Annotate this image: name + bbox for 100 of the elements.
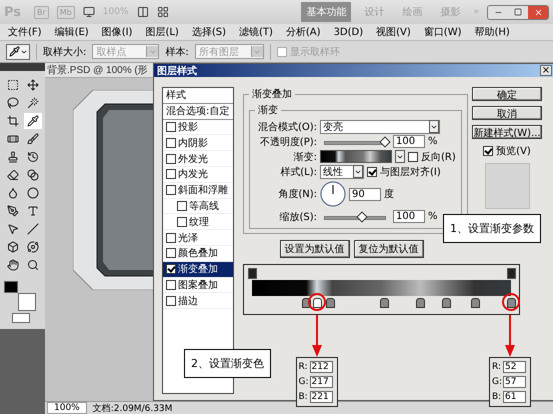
checkbox[interactable] <box>166 248 176 258</box>
scale-field[interactable]: 100 <box>393 210 425 223</box>
color-stop[interactable] <box>416 298 426 308</box>
channel-field[interactable]: 217 <box>310 376 332 388</box>
dialog-button[interactable]: 取消 <box>472 106 542 120</box>
unit-label: % <box>428 211 438 222</box>
default-button[interactable]: 设置为默认值 <box>280 240 350 258</box>
angle-field[interactable]: 90 <box>349 188 381 200</box>
zoom-field[interactable]: 100% <box>47 402 87 414</box>
checkbox[interactable] <box>166 122 176 132</box>
quick-mask-icon[interactable] <box>12 313 30 323</box>
style-list-item[interactable]: 混合选项:自定 <box>163 104 233 120</box>
background-color-swatch[interactable] <box>18 293 36 311</box>
checkbox[interactable] <box>166 232 176 243</box>
checkbox[interactable] <box>177 200 187 211</box>
hand-icon <box>7 259 19 271</box>
menu-item[interactable]: 3D(D) <box>334 26 364 38</box>
menu-item[interactable]: 图层(L) <box>145 25 179 39</box>
menu-item[interactable]: 分析(A) <box>286 25 321 39</box>
channel-field[interactable]: 221 <box>310 391 332 403</box>
checkbox[interactable] <box>166 169 176 180</box>
close-button[interactable]: × <box>540 65 552 76</box>
gradient-picker-caret[interactable] <box>395 150 405 163</box>
layout-icon[interactable] <box>156 6 168 18</box>
checkbox[interactable] <box>166 154 176 164</box>
arrange-icon[interactable] <box>136 6 148 18</box>
style-list-item[interactable]: 图案叠加 <box>163 278 233 294</box>
angle-dial[interactable] <box>320 181 346 207</box>
style-list-item[interactable]: 投影 <box>163 120 233 136</box>
checkbox[interactable] <box>367 166 377 176</box>
style-list-item[interactable]: 渐变叠加 <box>163 262 233 278</box>
style-list-item[interactable]: 描边 <box>163 293 233 310</box>
channel-label: B: <box>492 392 501 402</box>
field-label: 缩放(S): <box>278 210 317 224</box>
color-stop[interactable] <box>380 298 390 308</box>
channel-field[interactable]: 52 <box>503 361 526 373</box>
close-icon <box>534 8 542 16</box>
tool-preset-picker[interactable] <box>6 44 30 60</box>
menu-item[interactable]: 滤镜(T) <box>238 25 273 39</box>
dialog-button[interactable]: 确定 <box>472 87 542 101</box>
field-label: 样式(L): <box>279 166 317 178</box>
checkbox[interactable] <box>177 216 187 227</box>
foreground-color-swatch[interactable] <box>4 281 18 293</box>
checkbox[interactable] <box>166 296 176 306</box>
style-list-item[interactable]: 纹理 <box>163 214 233 230</box>
menu-item[interactable]: 选择(S) <box>192 25 226 39</box>
menu-item[interactable]: 帮助(H) <box>474 25 510 39</box>
style-list-item[interactable]: 内阴影 <box>163 135 233 152</box>
channel-field[interactable]: 212 <box>310 361 332 373</box>
menu-item[interactable]: 视图(V) <box>376 25 411 39</box>
checkbox[interactable] <box>166 138 176 148</box>
field-label: 混合模式(O): <box>256 120 317 134</box>
color-stop[interactable] <box>470 298 480 308</box>
checkbox-label: 显示取样环 <box>290 46 340 58</box>
style-list-item[interactable]: 内发光 <box>163 166 233 183</box>
menu-item[interactable]: 窗口(W) <box>424 25 462 39</box>
checkbox-label: 预览(V) <box>496 145 531 158</box>
color-stop[interactable] <box>442 298 452 308</box>
droplet-icon <box>7 187 19 199</box>
style-list-item[interactable]: 样式 <box>163 88 233 104</box>
color-stop[interactable] <box>326 298 335 308</box>
group-title: 渐变叠加 <box>251 88 293 101</box>
menu-item[interactable]: 图像(I) <box>102 25 132 39</box>
checkbox[interactable] <box>166 280 176 290</box>
group-title: 渐变 <box>257 104 279 117</box>
menu-item[interactable]: 文件(F) <box>8 25 42 39</box>
checkbox[interactable] <box>408 152 418 162</box>
gradient-swatch[interactable] <box>320 150 392 163</box>
minimize-button[interactable] <box>488 6 508 18</box>
channel-label: R: <box>298 362 308 372</box>
color-stop[interactable] <box>507 298 516 308</box>
slider-thumb[interactable] <box>379 136 391 148</box>
checkbox[interactable] <box>166 185 176 196</box>
restore-button[interactable] <box>508 6 528 18</box>
channel-field[interactable]: 61 <box>503 391 526 403</box>
callout-label: 2、设置渐变色 <box>184 349 271 378</box>
channel-label: G: <box>492 377 501 387</box>
default-button[interactable]: 复位为默认值 <box>354 240 424 258</box>
bandage-icon <box>7 133 19 145</box>
opacity-field[interactable]: 100 <box>393 135 425 148</box>
callout-arrow <box>505 315 515 357</box>
blend-mode-dropdown[interactable]: 变亮 <box>320 120 440 134</box>
style-list-item[interactable]: 斜面和浮雕 <box>163 182 233 199</box>
style-dropdown[interactable]: 线性 <box>320 164 364 178</box>
style-list-item[interactable]: 光泽 <box>163 230 233 246</box>
color-stop[interactable] <box>312 298 322 308</box>
channel-field[interactable]: 57 <box>503 376 526 388</box>
style-list-item[interactable]: 外发光 <box>163 151 233 167</box>
screen-mode-icon[interactable] <box>82 6 95 18</box>
tool-button[interactable] <box>24 113 42 129</box>
checkbox[interactable] <box>166 264 176 274</box>
line-icon <box>27 223 39 235</box>
callout-arrow <box>312 315 322 357</box>
dialog-button[interactable]: 新建样式(W)... <box>472 125 542 139</box>
stamp-icon <box>7 151 19 163</box>
slider-thumb[interactable] <box>356 210 368 222</box>
sample-size-label: 取样大小: <box>43 46 86 58</box>
checkbox[interactable] <box>483 146 494 156</box>
style-list-item[interactable]: 等高线 <box>163 198 233 214</box>
menu-item[interactable]: 编辑(E) <box>54 25 89 39</box>
